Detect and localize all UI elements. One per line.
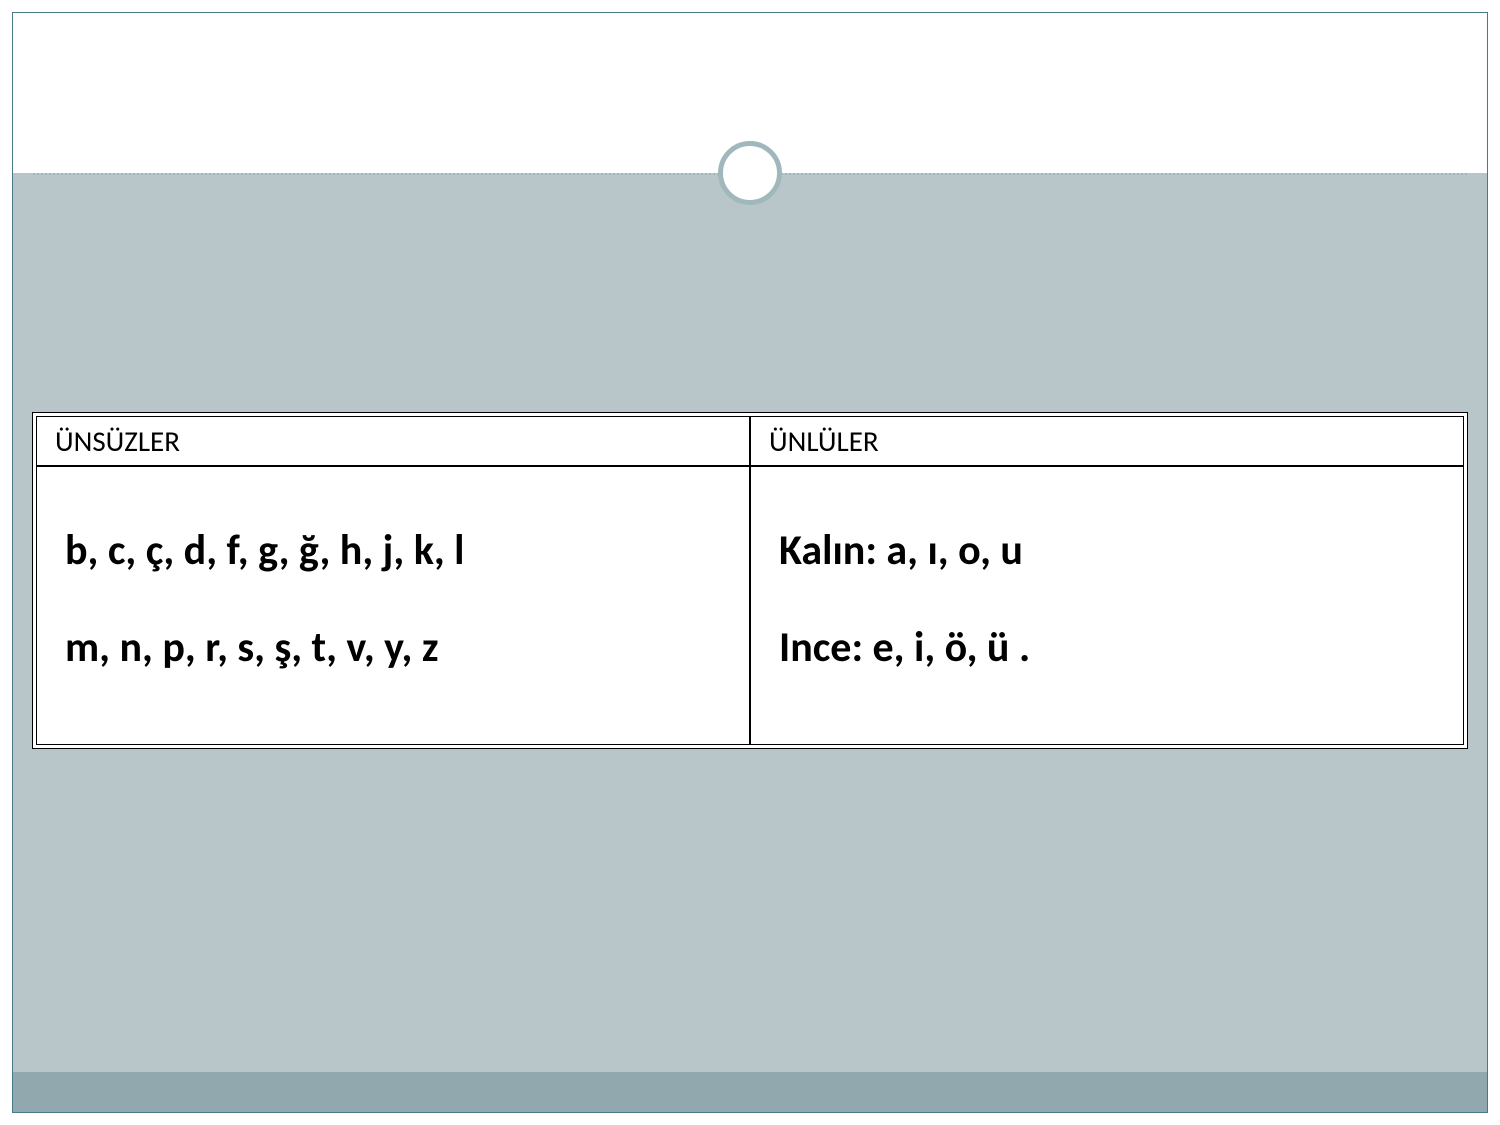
vowels-line1: Kalın: a, ı, o, u [779,503,1435,600]
footer-bar [13,1072,1487,1112]
body-vowels: Kalın: a, ı, o, u Ince: e, i, ö, ü . [750,466,1464,745]
slide-frame: ÜNSÜZLER ÜNLÜLER b, c, ç, d, f, g, ğ, h,… [12,12,1488,1113]
circle-ornament-icon [718,141,782,205]
content-area: ÜNSÜZLER ÜNLÜLER b, c, ç, d, f, g, ğ, h,… [13,173,1487,1112]
consonants-line1: b, c, ç, d, f, g, ğ, h, j, k, l [65,503,721,600]
header-vowels: ÜNLÜLER [750,416,1464,466]
header-consonants: ÜNSÜZLER [36,416,750,466]
letter-table: ÜNSÜZLER ÜNLÜLER b, c, ç, d, f, g, ğ, h,… [33,413,1467,748]
consonants-line2: m, n, p, r, s, ş, t, v, y, z [65,600,721,697]
table-header-row: ÜNSÜZLER ÜNLÜLER [36,416,1464,466]
table-body-row: b, c, ç, d, f, g, ğ, h, j, k, l m, n, p,… [36,466,1464,745]
body-consonants: b, c, ç, d, f, g, ğ, h, j, k, l m, n, p,… [36,466,750,745]
vowels-line2: Ince: e, i, ö, ü . [779,600,1435,697]
